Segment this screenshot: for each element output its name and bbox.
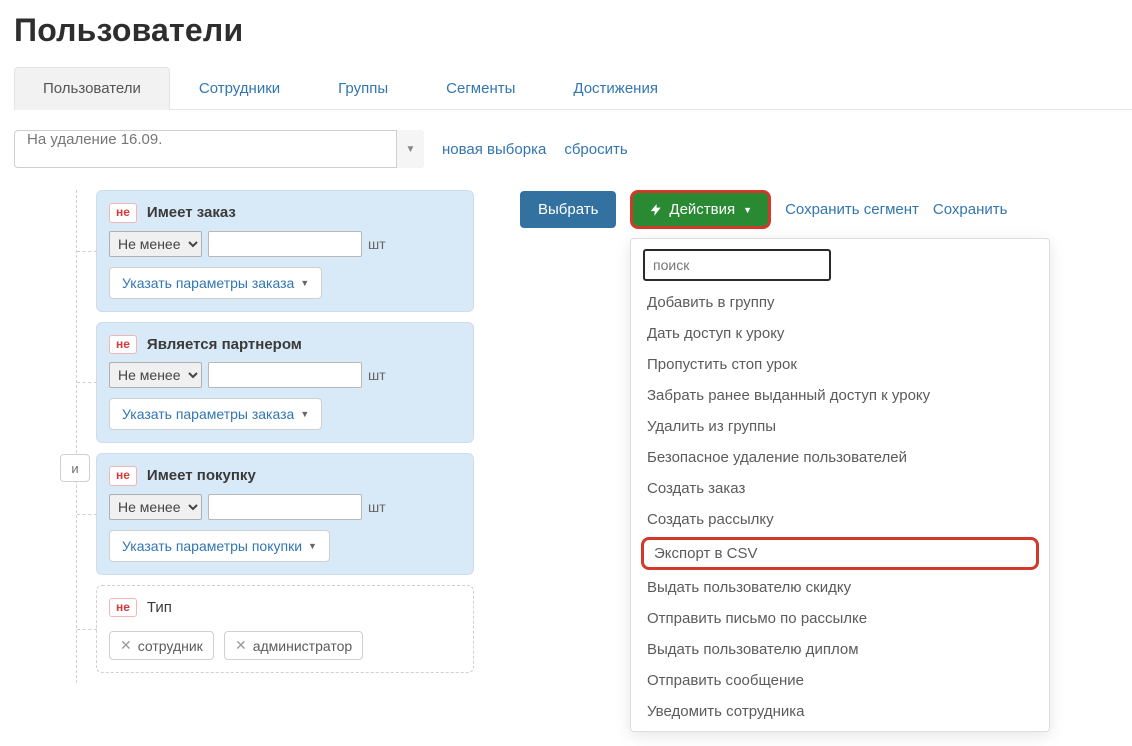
unit-label: шт [368,236,386,252]
filter-card-has-order: не Имеет заказ Не менее шт Указать парам… [96,190,474,312]
comparator-select[interactable]: Не менее [109,231,202,257]
actions-menu-item[interactable]: Удалить из группы [631,411,1049,442]
actions-menu-item[interactable]: Дать доступ к уроку [631,318,1049,349]
filter-card-has-purchase: не Имеет покупку Не менее шт Указать пар… [96,453,474,575]
remove-tag-icon[interactable]: ✕ [120,637,132,654]
caret-down-icon: ▼ [300,278,309,288]
comparator-select[interactable]: Не менее [109,362,202,388]
saved-sample-selected: На удаление 16.09. [14,130,424,168]
actions-menu-item[interactable]: Безопасное удаление пользователей [631,442,1049,473]
actions-menu-item[interactable]: Уведомить сотрудника [631,696,1049,727]
comparator-select[interactable]: Не менее [109,494,202,520]
select-button[interactable]: Выбрать [520,191,616,228]
actions-menu-item[interactable]: Добавить в группу [631,287,1049,318]
tag-label: администратор [253,638,352,654]
actions-column: Выбрать Действия ▼ Сохранить сегмент Сох… [496,190,1132,241]
params-label: Указать параметры заказа [122,406,294,422]
caret-down-icon[interactable]: ▼ [396,130,424,168]
filter-title: Тип [147,599,172,616]
actions-menu-item[interactable]: Создать заказ [631,473,1049,504]
filters-column: и не Имеет заказ Не менее шт Указать пар… [52,190,474,683]
negate-badge[interactable]: не [109,598,137,618]
caret-down-icon: ▼ [300,409,309,419]
connector-stub [77,629,97,630]
connector-stub [77,382,97,383]
actions-menu-item[interactable]: Пропустить стоп урок [631,349,1049,380]
sample-bar: На удаление 16.09. ▼ новая выборка сброс… [14,130,1132,168]
connector-stub [77,514,97,515]
actions-dropdown-button[interactable]: Действия ▼ [630,190,771,229]
tab-segments[interactable]: Сегменты [417,67,544,109]
tab-achievements[interactable]: Достижения [544,67,687,109]
params-label: Указать параметры заказа [122,275,294,291]
tabs: Пользователи Сотрудники Группы Сегменты … [14,67,1132,110]
filter-title: Имеет заказ [147,204,236,221]
type-tag[interactable]: ✕ сотрудник [109,631,214,660]
negate-badge[interactable]: не [109,466,137,486]
tag-label: сотрудник [138,638,203,654]
tab-users[interactable]: Пользователи [14,67,170,110]
unit-label: шт [368,367,386,383]
type-tag-list: ✕ сотрудник ✕ администратор [109,625,461,660]
actions-menu-item[interactable]: Забрать ранее выданный доступ к уроку [631,380,1049,411]
quantity-input[interactable] [208,362,362,388]
tab-groups[interactable]: Группы [309,67,417,109]
order-params-button[interactable]: Указать параметры заказа ▼ [109,267,322,299]
quantity-input[interactable] [208,494,362,520]
save-link-truncated[interactable]: Сохранить [933,201,1008,218]
save-segment-link[interactable]: Сохранить сегмент [785,201,919,218]
new-sample-link[interactable]: новая выборка [442,141,546,158]
tab-employees[interactable]: Сотрудники [170,67,309,109]
actions-menu-item[interactable]: Экспорт в CSV [641,537,1039,570]
actions-label: Действия [669,201,735,218]
actions-menu-item[interactable]: Отправить сообщение [631,665,1049,696]
type-tag[interactable]: ✕ администратор [224,631,363,660]
filter-title: Является партнером [147,336,302,353]
purchase-params-button[interactable]: Указать параметры покупки ▼ [109,530,330,562]
caret-down-icon: ▼ [308,541,317,551]
negate-badge[interactable]: не [109,335,137,355]
actions-menu-item[interactable]: Создать рассылку [631,504,1049,535]
actions-search-input[interactable] [643,249,831,281]
filter-title: Имеет покупку [147,467,256,484]
negate-badge[interactable]: не [109,203,137,223]
quantity-input[interactable] [208,231,362,257]
connector-line [76,190,77,683]
and-connector-badge: и [60,454,90,482]
order-params-button[interactable]: Указать параметры заказа ▼ [109,398,322,430]
actions-dropdown: Добавить в группуДать доступ к урокуПроп… [630,238,1050,732]
actions-menu-item[interactable]: Выдать пользователю диплом [631,634,1049,665]
saved-sample-select[interactable]: На удаление 16.09. ▼ [14,130,424,168]
action-bar: Выбрать Действия ▼ Сохранить сегмент Сох… [496,190,1132,229]
caret-down-icon: ▼ [743,205,752,215]
page-title: Пользователи [14,12,1132,49]
unit-label: шт [368,499,386,515]
remove-tag-icon[interactable]: ✕ [235,637,247,654]
bolt-icon [649,203,663,217]
actions-menu-list: Добавить в группуДать доступ к урокуПроп… [631,287,1049,727]
filter-card-type: не Тип ✕ сотрудник ✕ администратор [96,585,474,674]
actions-menu-item[interactable]: Отправить письмо по рассылке [631,603,1049,634]
reset-link[interactable]: сбросить [564,141,627,158]
connector-stub [77,251,97,252]
params-label: Указать параметры покупки [122,538,302,554]
actions-menu-item[interactable]: Выдать пользователю скидку [631,572,1049,603]
filter-card-is-partner: не Является партнером Не менее шт Указат… [96,322,474,444]
